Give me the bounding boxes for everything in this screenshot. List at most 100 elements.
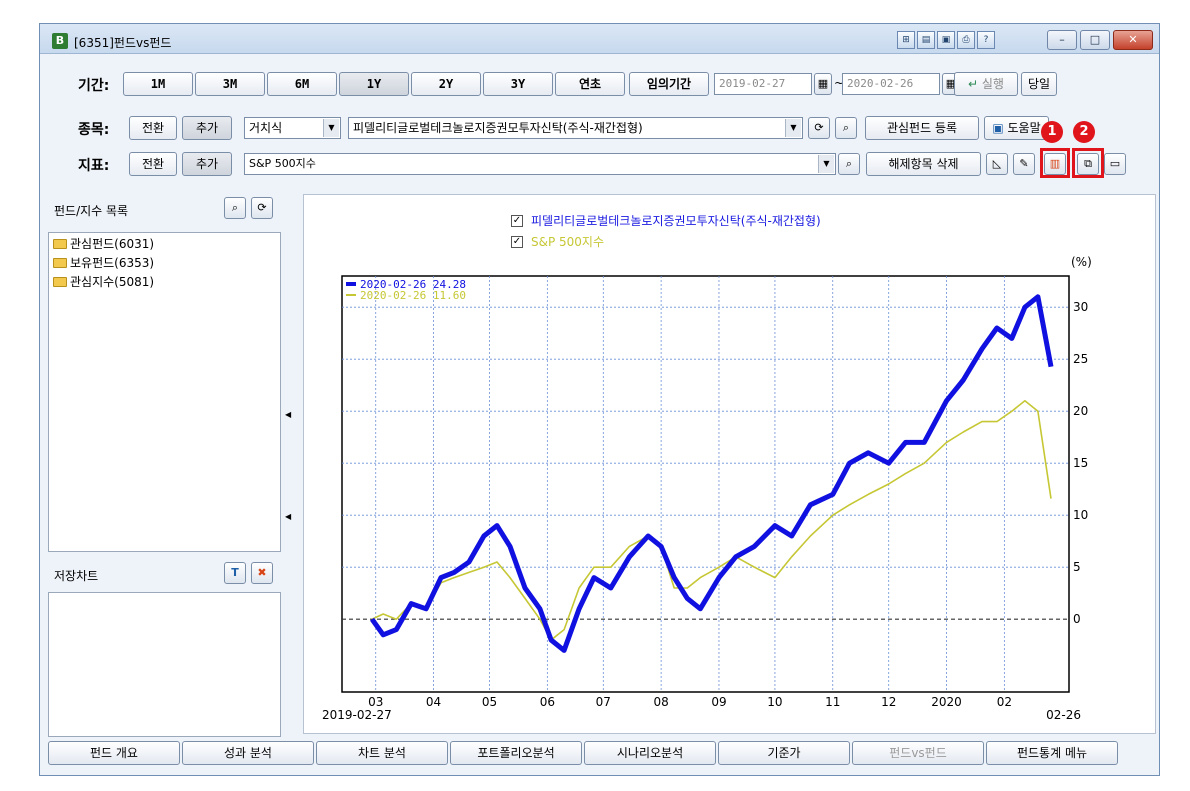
chevron-down-icon: ▼: [323, 119, 339, 137]
fund-type-select[interactable]: 거치식 ▼: [244, 117, 341, 139]
search-icon[interactable]: ⌕: [838, 153, 860, 175]
period-2y-button[interactable]: 2Y: [411, 72, 481, 96]
period-3y-button[interactable]: 3Y: [483, 72, 553, 96]
delete-unchecked-button[interactable]: 해제항목 삭제: [866, 152, 981, 176]
left-pane: 펀드/지수 목록 ⌕ ⟳ 관심펀드(6031) 보유펀드(6353) 관심지수(…: [48, 194, 281, 749]
today-button[interactable]: 당일: [1021, 72, 1057, 96]
help-button[interactable]: ▣ 도움말: [984, 116, 1049, 140]
saved-chart-title: 저장차트: [54, 569, 99, 583]
item-switch-button[interactable]: 전환: [129, 116, 177, 140]
app-icon: B: [52, 33, 68, 49]
toolbar-icons: ⊞ ▤ ▣ ⎙ ?: [897, 31, 995, 49]
custom-period-button[interactable]: 임의기간: [629, 72, 709, 96]
fund-tree: 관심펀드(6031) 보유펀드(6353) 관심지수(5081): [48, 232, 281, 552]
y-tick-label: 15: [1073, 456, 1088, 470]
y-axis-label: (%): [1071, 255, 1092, 269]
excel-icon[interactable]: ▤: [917, 31, 935, 49]
period-3m-button[interactable]: 3M: [195, 72, 265, 96]
bottom-tab-bar: 펀드 개요 성과 분석 차트 분석 포트폴리오분석 시나리오분석 기준가 펀드v…: [48, 741, 1118, 765]
x-tick-label: 2020: [931, 695, 962, 709]
help-icon[interactable]: ?: [977, 31, 995, 49]
period-row: 기간: 1M 3M 6M 1Y 2Y 3Y 연초 임의기간 2019-02-27…: [40, 72, 1159, 98]
close-button[interactable]: ✕: [1113, 30, 1153, 50]
refresh-icon[interactable]: ⟳: [808, 117, 830, 139]
chevron-down-icon: ▼: [818, 155, 834, 173]
tab-fund-overview[interactable]: 펀드 개요: [48, 741, 180, 765]
period-1y-button[interactable]: 1Y: [339, 72, 409, 96]
link-icon[interactable]: ⊞: [897, 31, 915, 49]
line-chart[interactable]: 03 04 05 06 07 08 09 10 11 12 2020 02051015202530(%…: [304, 195, 1157, 735]
index-row: 지표: 전환 추가 S&P 500지수 ▼ ⌕ 해제항목 삭제 ◺ ✎ ▥ ⧉ ▭: [40, 148, 1159, 178]
y-tick-label: 30: [1073, 300, 1088, 314]
export-icon[interactable]: ▣: [937, 31, 955, 49]
index-label: 지표:: [78, 158, 110, 174]
x-tick-label: 02: [997, 695, 1012, 709]
y-tick-label: 0: [1073, 612, 1081, 626]
tab-fund-vs-fund[interactable]: 펀드vs펀드: [852, 741, 984, 765]
x-tick-label: 10: [767, 695, 782, 709]
run-arrow-icon: ↵: [968, 77, 982, 91]
item-row: 종목: 전환 추가 거치식 ▼ 피델리티글로벌테크놀로지증권모투자신탁(주식-재간…: [40, 116, 1159, 142]
tab-nav[interactable]: 기준가: [718, 741, 850, 765]
text-icon[interactable]: T: [224, 562, 246, 584]
tab-scenario[interactable]: 시나리오분석: [584, 741, 716, 765]
x-tick-label: 05: [482, 695, 497, 709]
x-start-label: 2019-02-27: [322, 708, 392, 722]
title-bar: B [6351]펀드vs펀드 ⊞ ▤ ▣ ⎙ ? – □ ✕: [40, 24, 1159, 54]
fund-list-title: 펀드/지수 목록: [54, 204, 129, 218]
folder-icon: [53, 276, 67, 287]
tree-item-owned-funds[interactable]: 보유펀드(6353): [53, 254, 154, 271]
tab-performance[interactable]: 성과 분석: [182, 741, 314, 765]
splitter-arrow-icon[interactable]: ◀: [285, 512, 291, 521]
tree-item-favorite-funds[interactable]: 관심펀드(6031): [53, 235, 154, 252]
x-tick-label: 11: [825, 695, 840, 709]
tooltip-label: 2020-02-26 11.60: [360, 289, 466, 302]
splitter-arrow-icon[interactable]: ◀: [285, 410, 291, 419]
maximize-button[interactable]: □: [1080, 30, 1110, 50]
x-tick-label: 12: [881, 695, 896, 709]
print-icon[interactable]: ⎙: [957, 31, 975, 49]
delete-icon[interactable]: ✖: [251, 562, 273, 584]
chart-pane: ✓ 피델리티글로벌테크놀로지증권모투자신탁(주식-재간접형) ✓ S&P 500지수…: [303, 194, 1156, 734]
x-tick-label: 09: [711, 695, 726, 709]
save-icon[interactable]: ▭: [1104, 153, 1126, 175]
fund-select[interactable]: 피델리티글로벌테크놀로지증권모투자신탁(주식-재간접형) ▼: [348, 117, 803, 139]
end-date-input[interactable]: 2020-02-26: [842, 73, 940, 95]
fund-list-header: 펀드/지수 목록 ⌕ ⟳: [48, 194, 281, 224]
minimize-button[interactable]: –: [1047, 30, 1077, 50]
index-select[interactable]: S&P 500지수 ▼: [244, 153, 836, 175]
chevron-down-icon: ▼: [785, 119, 801, 137]
highlight-box-1: [1040, 148, 1070, 178]
y-tick-label: 25: [1073, 352, 1088, 366]
period-6m-button[interactable]: 6M: [267, 72, 337, 96]
y-tick-label: 20: [1073, 404, 1088, 418]
refresh-icon[interactable]: ⟳: [251, 197, 273, 219]
period-ytd-button[interactable]: 연초: [555, 72, 625, 96]
search-icon[interactable]: ⌕: [835, 117, 857, 139]
index-add-button[interactable]: 추가: [182, 152, 232, 176]
tab-portfolio[interactable]: 포트폴리오분석: [450, 741, 582, 765]
y-tick-label: 10: [1073, 508, 1088, 522]
tab-chart-analysis[interactable]: 차트 분석: [316, 741, 448, 765]
x-tick-label: 08: [653, 695, 668, 709]
tab-fund-stats-menu[interactable]: 펀드통계 메뉴: [986, 741, 1118, 765]
register-fund-button[interactable]: 관심펀드 등록: [865, 116, 979, 140]
saved-chart-list: [48, 592, 281, 737]
run-button[interactable]: ↵ 실행: [954, 72, 1018, 96]
start-calendar-icon[interactable]: ▦: [814, 73, 832, 95]
window-title: [6351]펀드vs펀드: [74, 36, 172, 50]
x-tick-label: 03: [368, 695, 383, 709]
plot-area: [341, 275, 1070, 693]
highlight-box-2: [1072, 148, 1104, 178]
edit-chart-icon[interactable]: ✎: [1013, 153, 1035, 175]
item-label: 종목:: [78, 122, 110, 138]
draw-tool-icon[interactable]: ◺: [986, 153, 1008, 175]
search-icon[interactable]: ⌕: [224, 197, 246, 219]
index-switch-button[interactable]: 전환: [129, 152, 177, 176]
start-date-input[interactable]: 2019-02-27: [714, 73, 812, 95]
folder-icon: [53, 238, 67, 249]
item-add-button[interactable]: 추가: [182, 116, 232, 140]
annotation-badge-2: 2: [1073, 121, 1095, 143]
tree-item-favorite-indexes[interactable]: 관심지수(5081): [53, 273, 154, 290]
period-1m-button[interactable]: 1M: [123, 72, 193, 96]
